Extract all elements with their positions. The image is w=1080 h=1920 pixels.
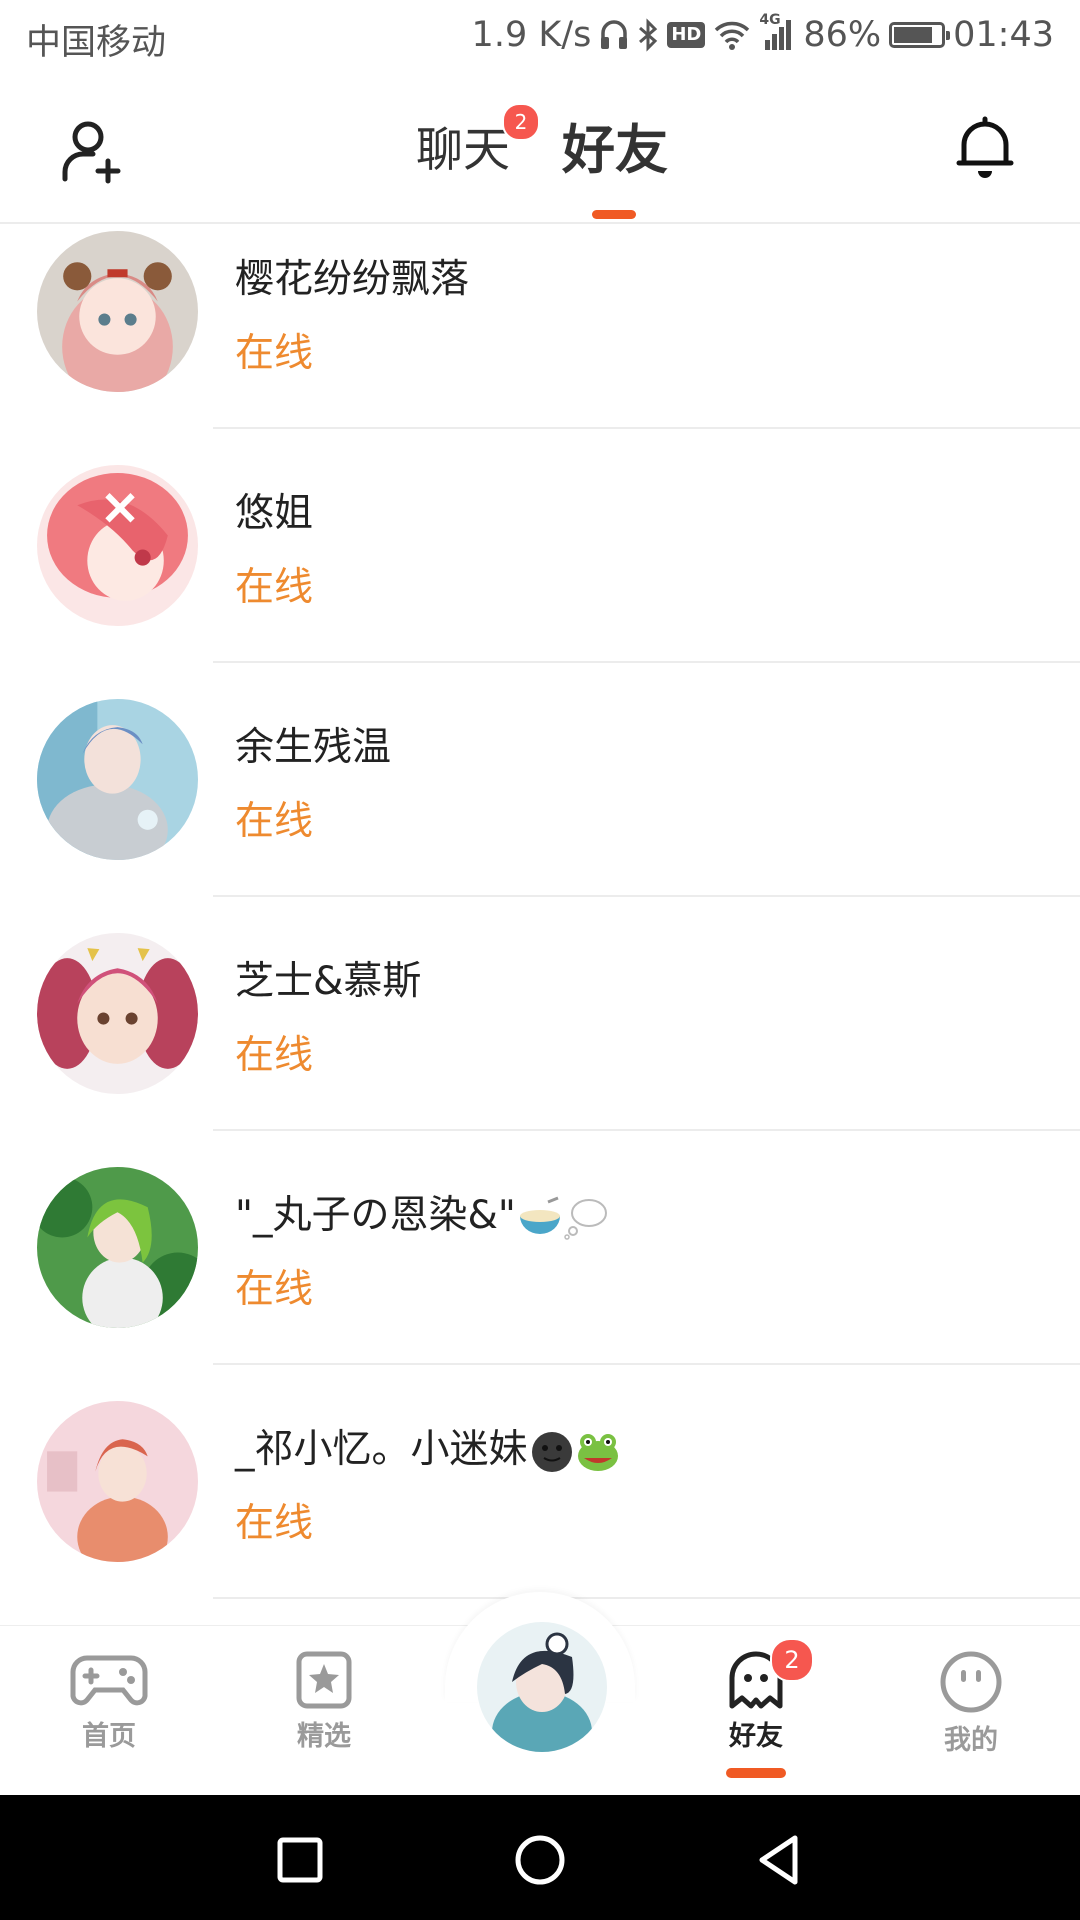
battery-percent: 86% — [803, 15, 882, 55]
back-button[interactable] — [750, 1830, 810, 1890]
network-type: 4G — [759, 12, 781, 28]
status-icons: 1.9 K/s HD 4G 86% 01:43 — [472, 10, 1054, 60]
divider — [213, 661, 1080, 663]
avatar-green-hair[interactable] — [37, 1167, 198, 1328]
nav-home[interactable]: 首页 — [39, 1650, 179, 1753]
hd-badge: HD — [667, 22, 706, 48]
clock: 01:43 — [953, 15, 1054, 55]
nav-mine[interactable]: 我的 — [901, 1650, 1041, 1757]
online-status: 在线 — [235, 1033, 314, 1078]
friend-list: 樱花纷纷飘落 在线 悠姐 在线 余生残温 在线 芝士&慕斯 在线 "_丸子の恩染… — [0, 224, 1080, 1624]
gamepad-icon — [70, 1655, 148, 1706]
friend-name-text: _祁小忆。小迷妹 — [235, 1427, 528, 1472]
bluetooth-icon — [637, 18, 659, 52]
network-speed: 1.9 K/s — [471, 15, 592, 55]
friend-item[interactable]: 余生残温 在线 — [0, 692, 1080, 926]
friend-name: "_丸子の恩染&" — [235, 1184, 608, 1240]
signal-icon: 4G — [759, 12, 795, 52]
divider — [213, 1363, 1080, 1365]
divider — [213, 895, 1080, 897]
online-status: 在线 — [235, 331, 314, 376]
avatar-red-hair-boy[interactable] — [37, 1401, 198, 1562]
friends-unread-badge: 2 — [770, 1638, 814, 1682]
home-button[interactable] — [510, 1830, 570, 1890]
tab-friends[interactable]: 好友 — [562, 103, 668, 198]
center-avatar[interactable] — [477, 1622, 607, 1752]
online-status: 在线 — [235, 1501, 314, 1546]
battery-icon — [889, 22, 951, 48]
smiley-icon — [940, 1651, 1002, 1713]
avatar-twin-tails[interactable] — [37, 933, 198, 1094]
dark-face-emoji — [531, 1431, 572, 1472]
friend-item[interactable]: 樱花纷纷飘落 在线 — [0, 224, 1080, 458]
active-nav-indicator — [726, 1768, 786, 1778]
header: 聊天 2 好友 — [0, 75, 1080, 224]
wifi-icon — [713, 19, 751, 51]
friend-item[interactable]: "_丸子の恩染&" 在线 — [0, 1160, 1080, 1394]
recent-apps-button[interactable] — [270, 1830, 330, 1890]
divider — [213, 427, 1080, 429]
nav-label: 精选 — [297, 1721, 351, 1752]
divider — [213, 1129, 1080, 1131]
star-bookmark-icon — [296, 1651, 352, 1709]
nav-label: 好友 — [729, 1721, 783, 1752]
chat-unread-badge: 2 — [502, 103, 540, 141]
nav-featured[interactable]: 精选 — [254, 1650, 394, 1753]
online-status: 在线 — [235, 1267, 314, 1312]
online-status: 在线 — [235, 799, 314, 844]
friend-item[interactable]: 悠姐 在线 — [0, 458, 1080, 692]
friend-name: 樱花纷纷飘落 — [235, 257, 470, 302]
friend-name: 悠姐 — [235, 491, 314, 536]
status-bar: 中国移动 1.9 K/s HD 4G 86% 01:43 — [0, 0, 1080, 75]
bell-icon[interactable] — [950, 113, 1020, 183]
friend-name-text: "_丸子の恩染&" — [235, 1193, 516, 1238]
avatar-blue-hair[interactable] — [37, 699, 198, 860]
avatar-pink-hair[interactable] — [37, 465, 198, 626]
divider — [213, 1597, 1080, 1599]
frog-emoji — [577, 1433, 618, 1471]
tab-chat[interactable]: 聊天 — [416, 103, 510, 198]
active-tab-indicator — [592, 210, 636, 219]
bottom-nav: 首页 精选 2 好友 我的 — [0, 1592, 1080, 1796]
thought-bubble-emoji — [564, 1198, 607, 1240]
carrier-label: 中国移动 — [26, 23, 167, 63]
online-status: 在线 — [235, 565, 314, 610]
friend-item[interactable]: _祁小忆。小迷妹 在线 — [0, 1394, 1080, 1624]
top-tabs: 聊天 2 好友 — [0, 103, 1080, 219]
friend-name: 芝士&慕斯 — [235, 959, 422, 1004]
system-nav-bar — [0, 1795, 1080, 1920]
avatar-sakura[interactable] — [37, 231, 198, 392]
friend-item[interactable]: 芝士&慕斯 在线 — [0, 926, 1080, 1160]
friend-name: 余生残温 — [235, 725, 392, 770]
headphones-icon — [599, 18, 629, 52]
friend-name: _祁小忆。小迷妹 — [235, 1418, 620, 1474]
nav-label: 我的 — [944, 1725, 998, 1756]
nav-friends[interactable]: 2 好友 — [686, 1638, 826, 1778]
nav-label: 首页 — [82, 1721, 136, 1752]
bowl-emoji — [519, 1196, 560, 1234]
battery-fill — [894, 27, 933, 43]
